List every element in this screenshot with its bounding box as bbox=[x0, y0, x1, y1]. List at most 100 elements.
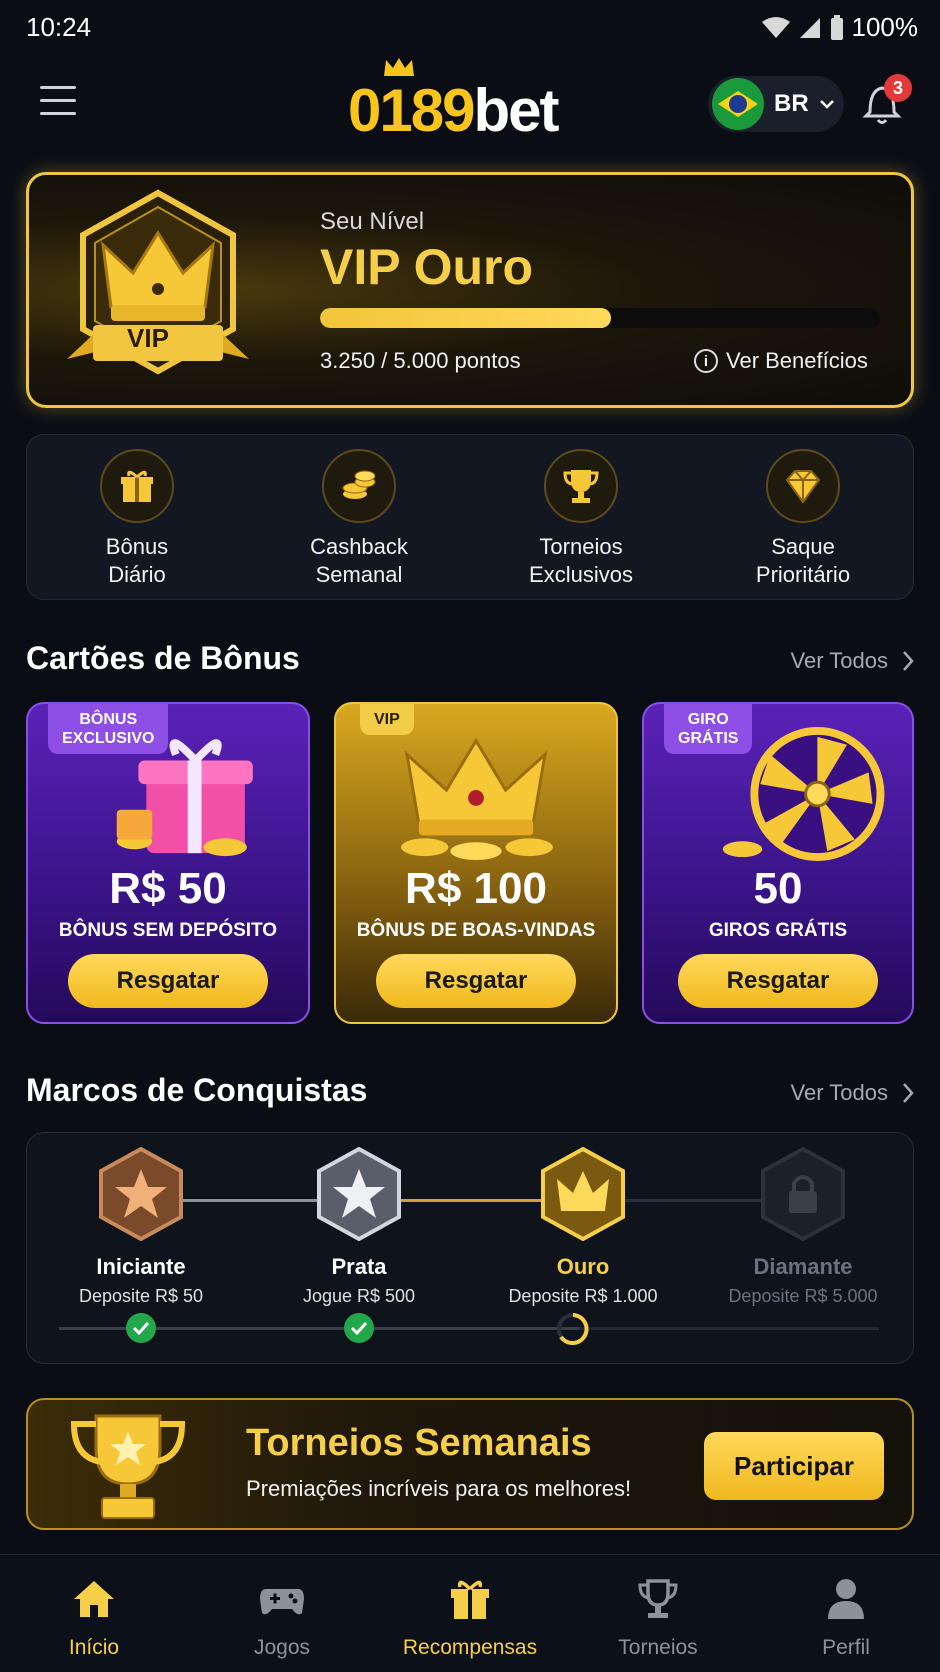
see-all-label: Ver Todos bbox=[790, 1080, 888, 1105]
gamepad-icon bbox=[260, 1589, 304, 1615]
redeem-button[interactable]: Resgatar bbox=[678, 954, 878, 1008]
perk-daily-bonus[interactable]: Bônus Diário bbox=[47, 449, 227, 589]
perk-label-line2: Semanal bbox=[315, 562, 403, 587]
join-tournament-button[interactable]: Participar bbox=[704, 1432, 884, 1500]
bonus-card-free-spins[interactable]: GIRO GRÁTIS 50 GIROS GRÁTIS Resgatar bbox=[642, 702, 914, 1024]
gift-icon bbox=[451, 1580, 489, 1619]
milestone-requirement: Deposite R$ 5.000 bbox=[728, 1286, 878, 1306]
perk-label-line2: Prioritário bbox=[755, 562, 851, 587]
gold-crown-badge-icon bbox=[541, 1146, 625, 1242]
nav-home[interactable]: Início bbox=[0, 1555, 188, 1672]
milestone-silver[interactable]: Prata Jogue R$ 500 bbox=[249, 1146, 469, 1307]
bonus-subtitle: BÔNUS SEM DEPÓSITO bbox=[58, 920, 278, 941]
check-icon bbox=[344, 1313, 374, 1343]
redeem-button[interactable]: Resgatar bbox=[376, 954, 576, 1008]
milestone-gold[interactable]: Ouro Deposite R$ 1.000 bbox=[473, 1146, 693, 1307]
bonus-card-welcome[interactable]: VIP R$ 100 BÔNUS DE BOAS-VINDAS Resgatar bbox=[334, 702, 618, 1024]
milestones-see-all-link[interactable]: Ver Todos bbox=[791, 1080, 914, 1106]
menu-icon[interactable] bbox=[40, 86, 76, 116]
lock-badge-icon bbox=[761, 1146, 845, 1242]
status-bar: 10:24 100% bbox=[0, 0, 940, 54]
diamond-icon bbox=[766, 449, 840, 523]
check-icon bbox=[126, 1313, 156, 1343]
chevron-right-icon bbox=[903, 1083, 914, 1103]
bonus-card-no-deposit[interactable]: BÔNUS EXCLUSIVO R$ 50 BÔNUS SEM DEPÓSITO … bbox=[26, 702, 310, 1024]
info-icon: i bbox=[694, 349, 718, 373]
milestone-name: Prata bbox=[331, 1254, 387, 1279]
bonus-see-all-link[interactable]: Ver Todos bbox=[791, 648, 914, 674]
vip-crown-badge bbox=[67, 189, 249, 375]
milestones-section-title: Marcos de Conquistas bbox=[26, 1072, 368, 1108]
vip-progress-fill bbox=[320, 308, 612, 328]
gift-icon bbox=[100, 449, 174, 523]
vip-level-title: VIP Ouro bbox=[320, 239, 534, 295]
see-all-label: Ver Todos bbox=[790, 648, 888, 673]
milestones-panel: Iniciante Deposite R$ 50 Prata Jogue R$ … bbox=[26, 1132, 914, 1364]
bonus-subtitle: GIROS GRÁTIS bbox=[708, 920, 848, 941]
in-progress-ring-icon bbox=[557, 1313, 589, 1345]
wifi-icon bbox=[761, 16, 790, 38]
milestone-name: Diamante bbox=[753, 1254, 853, 1279]
perk-label-line1: Cashback bbox=[310, 534, 408, 559]
nav-label: Torneios bbox=[618, 1636, 698, 1659]
redeem-button[interactable]: Resgatar bbox=[68, 954, 268, 1008]
tournament-subtitle: Premiações incríveis para os melhores! bbox=[246, 1476, 632, 1501]
bonus-tag: VIP bbox=[360, 704, 414, 735]
nav-rewards[interactable]: Recompensas bbox=[376, 1555, 564, 1672]
vip-progress-bar bbox=[320, 308, 880, 328]
status-icons: 100% bbox=[761, 12, 919, 43]
bonus-value: 50 bbox=[753, 864, 803, 913]
perk-exclusive-tournaments[interactable]: Torneios Exclusivos bbox=[491, 449, 671, 589]
view-benefits-label: Ver Benefícios bbox=[726, 348, 868, 373]
trophy-icon bbox=[638, 1579, 678, 1618]
nav-label: Perfil bbox=[822, 1636, 870, 1659]
milestone-diamond[interactable]: Diamante Deposite R$ 5.000 bbox=[693, 1146, 913, 1307]
crown-coins-illustration bbox=[401, 737, 553, 861]
milestone-beginner[interactable]: Iniciante Deposite R$ 50 bbox=[31, 1146, 251, 1307]
nav-label: Início bbox=[68, 1636, 120, 1659]
coins-icon bbox=[322, 449, 396, 523]
trophy-illustration bbox=[70, 1414, 186, 1519]
user-icon bbox=[828, 1579, 864, 1619]
vip-perks-panel: Bônus Diário Cashback Semanal Torneios Excl… bbox=[26, 434, 914, 600]
trophy-icon bbox=[544, 449, 618, 523]
signal-icon bbox=[799, 17, 820, 38]
weekly-tournament-banner[interactable]: Torneios Semanais Premiações incríveis p… bbox=[26, 1398, 914, 1530]
view-benefits-link[interactable]: i Ver Benefícios bbox=[694, 348, 868, 374]
bonus-tag: GIRO GRÁTIS bbox=[664, 704, 753, 754]
logo-crown-icon bbox=[384, 58, 414, 76]
silver-star-badge-icon bbox=[317, 1146, 401, 1242]
language-code: BR bbox=[774, 90, 809, 117]
perk-label-line1: Torneios bbox=[539, 534, 623, 559]
perk-weekly-cashback[interactable]: Cashback Semanal bbox=[269, 449, 449, 589]
perk-label-line1: Saque bbox=[771, 534, 835, 559]
nav-label: Jogos bbox=[253, 1636, 311, 1659]
bonus-section-title: Cartões de Bônus bbox=[26, 640, 300, 676]
milestone-requirement: Jogue R$ 500 bbox=[302, 1286, 416, 1306]
bonus-value: R$ 50 bbox=[109, 864, 227, 913]
vip-points: 3.250 / 5.000 pontos bbox=[320, 348, 521, 373]
nav-games[interactable]: Jogos bbox=[188, 1555, 376, 1672]
nav-label: Recompensas bbox=[402, 1636, 538, 1659]
bonus-value: R$ 100 bbox=[405, 864, 547, 913]
bonus-tag: BÔNUS EXCLUSIVO bbox=[48, 704, 169, 754]
tournament-title: Torneios Semanais bbox=[246, 1422, 592, 1464]
brazil-flag-icon bbox=[712, 78, 764, 130]
nav-tournaments[interactable]: Torneios bbox=[564, 1555, 752, 1672]
perk-label-line2: Exclusivos bbox=[529, 562, 633, 587]
battery-percent: 100% bbox=[851, 12, 919, 42]
vip-badge-text: VIP bbox=[127, 323, 169, 353]
language-selector[interactable]: BR bbox=[708, 76, 844, 132]
vip-level-label: Seu Nível bbox=[320, 208, 425, 235]
bonus-subtitle: BÔNUS DE BOAS-VINDAS bbox=[356, 920, 596, 941]
brand-logo[interactable]: 0189bet bbox=[348, 76, 559, 145]
app-header: 0189bet BR 3 bbox=[0, 56, 940, 156]
milestone-requirement: Deposite R$ 1.000 bbox=[508, 1286, 658, 1306]
milestone-name: Ouro bbox=[556, 1254, 610, 1279]
perk-priority-withdrawal[interactable]: Saque Prioritário bbox=[713, 449, 893, 589]
nav-profile[interactable]: Perfil bbox=[752, 1555, 940, 1672]
milestone-name: Iniciante bbox=[96, 1254, 186, 1279]
notification-badge: 3 bbox=[884, 74, 912, 102]
status-time: 10:24 bbox=[26, 12, 92, 42]
perk-label-line2: Diário bbox=[108, 562, 166, 587]
